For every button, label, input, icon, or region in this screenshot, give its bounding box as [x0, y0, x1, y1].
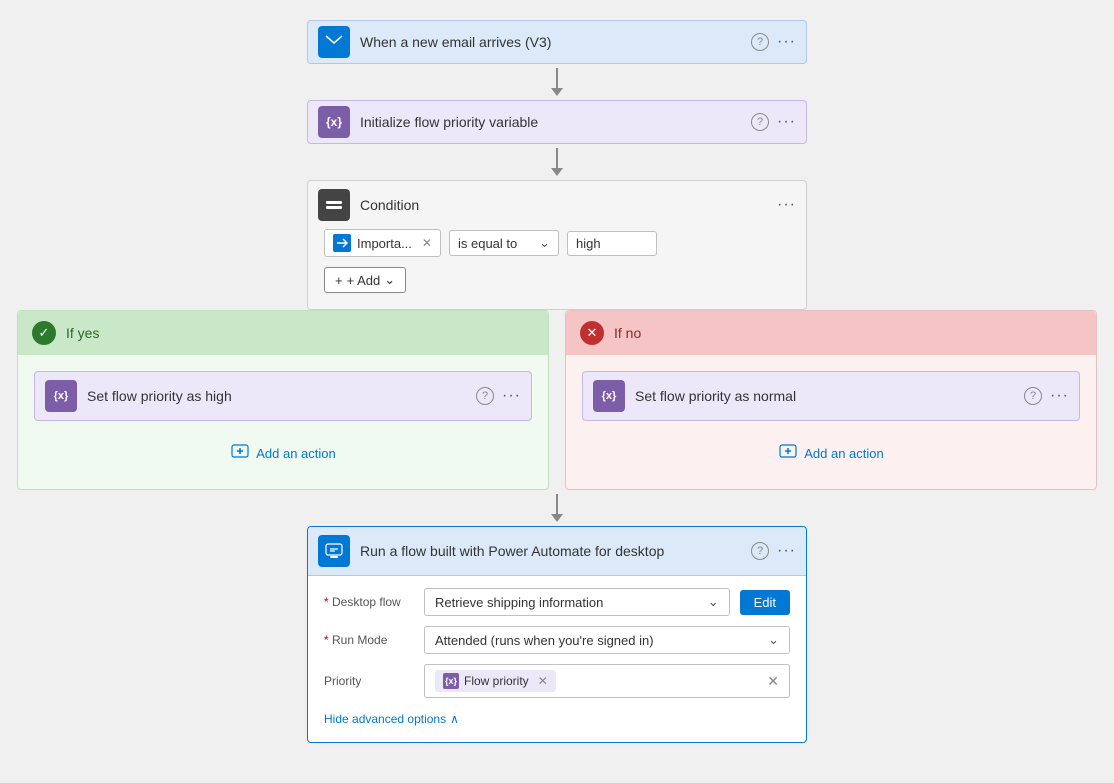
branch-no-help-icon[interactable]: ? [1024, 387, 1042, 405]
pad-header: Run a flow built with Power Automate for… [308, 527, 806, 576]
pad-block: Run a flow built with Power Automate for… [307, 526, 807, 743]
branch-yes-add-action[interactable]: Add an action [34, 433, 532, 473]
add-chevron: ⌄ [384, 272, 395, 288]
condition-body: Importa... ✕ is equal to ⌄ high + + Add … [308, 229, 806, 293]
branch-yes: ✓ If yes {x} Set flow priority as high ?… [17, 310, 549, 490]
add-icon: + [335, 273, 343, 288]
branch-no-add-label: Add an action [804, 446, 884, 461]
branch-no-header: ✕ If no [566, 311, 1096, 355]
pad-help-icon[interactable]: ? [751, 542, 769, 560]
condition-add-button[interactable]: + + Add ⌄ [324, 267, 406, 293]
priority-chip-icon: {x} [443, 673, 459, 689]
email-trigger-controls: ? ··· [751, 33, 796, 51]
arrow-2 [551, 144, 563, 180]
variable-help-icon[interactable]: ? [751, 113, 769, 131]
branch-yes-header: ✓ If yes [18, 311, 548, 355]
branch-yes-add-label: Add an action [256, 446, 336, 461]
branch-no-add-action[interactable]: Add an action [582, 433, 1080, 473]
email-more-icon[interactable]: ··· [777, 33, 796, 51]
branch-no: ✕ If no {x} Set flow priority as normal … [565, 310, 1097, 490]
pad-body: Desktop flow Retrieve shipping informati… [308, 576, 806, 742]
condition-chip-remove[interactable]: ✕ [422, 236, 432, 250]
branch-yes-add-icon [230, 441, 250, 465]
condition-chip-icon [333, 234, 351, 252]
email-icon [318, 26, 350, 58]
desktop-flow-edit-button[interactable]: Edit [740, 590, 790, 615]
hide-advanced-button[interactable]: Hide advanced options ∧ [324, 708, 790, 730]
pad-more-icon[interactable]: ··· [777, 542, 796, 560]
run-mode-label: Run Mode [324, 633, 414, 647]
condition-operator-chevron: ⌄ [539, 235, 550, 251]
branch-container: ✓ If yes {x} Set flow priority as high ?… [17, 310, 1097, 490]
pad-icon [318, 535, 350, 567]
condition-row: Importa... ✕ is equal to ⌄ high [324, 229, 790, 257]
desktop-flow-label: Desktop flow [324, 595, 414, 609]
condition-chip[interactable]: Importa... ✕ [324, 229, 441, 257]
branch-no-action-icon: {x} [593, 380, 625, 412]
branch-no-action-controls: ? ··· [1024, 387, 1069, 405]
condition-value-input[interactable]: high [567, 231, 657, 256]
arrow-3 [551, 490, 563, 526]
desktop-flow-value: Retrieve shipping information [435, 595, 603, 610]
priority-clear-button[interactable]: ✕ [767, 673, 779, 690]
priority-chip-label: Flow priority [464, 674, 529, 688]
email-trigger-label: When a new email arrives (V3) [360, 34, 751, 50]
condition-operator-select[interactable]: is equal to ⌄ [449, 230, 559, 256]
priority-chip: {x} Flow priority ✕ [435, 670, 556, 692]
branch-no-more-icon[interactable]: ··· [1050, 387, 1069, 405]
condition-label: Condition [360, 197, 777, 213]
condition-chip-label: Importa... [357, 236, 412, 251]
condition-block: Condition ··· Importa... ✕ is equal to ⌄ [307, 180, 807, 310]
variable-icon: {x} [318, 106, 350, 138]
condition-more-icon[interactable]: ··· [777, 196, 796, 214]
pad-header-label: Run a flow built with Power Automate for… [360, 543, 751, 559]
run-mode-row: Run Mode Attended (runs when you're sign… [324, 626, 790, 654]
flow-canvas: When a new email arrives (V3) ? ··· {x} … [0, 0, 1114, 783]
hide-advanced-label: Hide advanced options [324, 712, 446, 726]
variable-controls: ? ··· [751, 113, 796, 131]
branch-yes-action: {x} Set flow priority as high ? ··· [34, 371, 532, 421]
branch-no-label: If no [614, 325, 641, 341]
branch-no-action-label: Set flow priority as normal [635, 388, 1024, 404]
variable-label: Initialize flow priority variable [360, 114, 751, 130]
branch-no-content: {x} Set flow priority as normal ? ··· [566, 355, 1096, 489]
run-mode-value: Attended (runs when you're signed in) [435, 633, 654, 648]
branch-yes-help-icon[interactable]: ? [476, 387, 494, 405]
pad-controls: ? ··· [751, 542, 796, 560]
priority-input[interactable]: {x} Flow priority ✕ ✕ [424, 664, 790, 698]
branch-yes-action-label: Set flow priority as high [87, 388, 476, 404]
condition-icon [318, 189, 350, 221]
condition-header: Condition ··· [308, 181, 806, 229]
run-mode-input[interactable]: Attended (runs when you're signed in) [424, 626, 790, 654]
branch-yes-action-icon: {x} [45, 380, 77, 412]
desktop-flow-row: Desktop flow Retrieve shipping informati… [324, 588, 790, 616]
branch-no-add-icon [778, 441, 798, 465]
run-mode-chevron [768, 632, 779, 648]
yes-check-icon: ✓ [32, 321, 56, 345]
priority-row: Priority {x} Flow priority ✕ ✕ [324, 664, 790, 698]
condition-operator-value: is equal to [458, 236, 517, 251]
hide-advanced-chevron: ∧ [450, 712, 459, 726]
condition-controls: ··· [777, 196, 796, 214]
arrow-1 [551, 64, 563, 100]
desktop-flow-chevron [708, 594, 719, 610]
email-help-icon[interactable]: ? [751, 33, 769, 51]
priority-label: Priority [324, 674, 414, 688]
branch-no-action: {x} Set flow priority as normal ? ··· [582, 371, 1080, 421]
desktop-flow-input[interactable]: Retrieve shipping information [424, 588, 730, 616]
variable-block: {x} Initialize flow priority variable ? … [307, 100, 807, 144]
branch-yes-action-controls: ? ··· [476, 387, 521, 405]
email-trigger-block: When a new email arrives (V3) ? ··· [307, 20, 807, 64]
no-x-icon: ✕ [580, 321, 604, 345]
branch-yes-label: If yes [66, 325, 99, 341]
priority-chip-remove[interactable]: ✕ [538, 674, 548, 688]
branch-yes-more-icon[interactable]: ··· [502, 387, 521, 405]
branch-yes-content: {x} Set flow priority as high ? ··· Ad [18, 355, 548, 489]
variable-more-icon[interactable]: ··· [777, 113, 796, 131]
